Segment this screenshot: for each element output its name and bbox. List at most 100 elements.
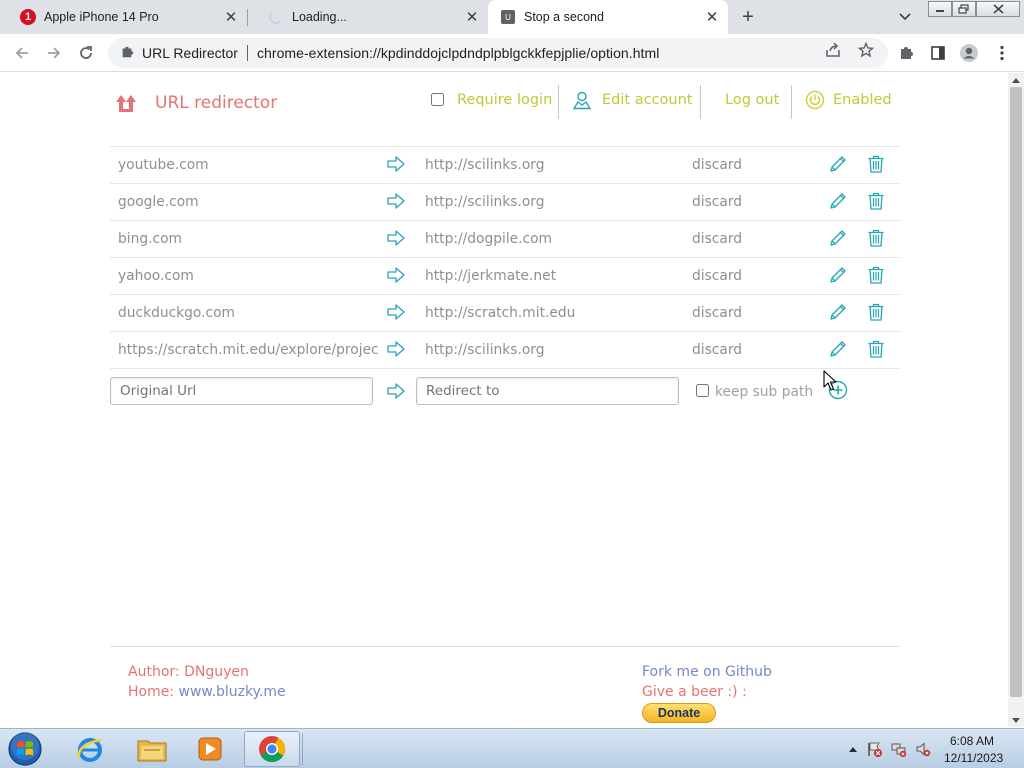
side-panel-icon[interactable] — [927, 42, 949, 64]
taskbar-divider — [302, 733, 303, 765]
file-explorer-icon[interactable] — [124, 731, 180, 767]
address-bar[interactable]: URL Redirector chrome-extension://kpdind… — [108, 38, 888, 68]
author-line: Author: DNguyen — [128, 664, 249, 680]
tab-title: Apple iPhone 14 Pro — [44, 10, 159, 24]
edit-account-link[interactable]: Edit account — [602, 92, 692, 108]
rule-mode: discard — [692, 157, 743, 173]
keep-sub-path-checkbox[interactable] — [696, 384, 709, 397]
rule-original-url: google.com — [118, 194, 199, 210]
internet-explorer-icon[interactable] — [62, 731, 118, 767]
donate-button[interactable]: Donate — [642, 703, 716, 723]
rule-redirect-url: http://scilinks.org — [425, 194, 545, 210]
scrollbar-thumb[interactable] — [1010, 87, 1022, 697]
redirect-to-input[interactable] — [416, 377, 679, 405]
edit-pencil-icon[interactable] — [828, 265, 848, 285]
rule-row: yahoo.com http://jerkmate.net discard — [110, 257, 900, 294]
footer-divider — [110, 646, 900, 647]
redirect-arrow-icon — [386, 266, 406, 284]
edit-pencil-icon[interactable] — [828, 339, 848, 359]
rule-redirect-url: http://dogpile.com — [425, 231, 552, 247]
close-window-button[interactable] — [976, 1, 1020, 17]
back-arrow-icon[interactable] — [8, 39, 36, 67]
tab-strip: 1 Apple iPhone 14 Pro ✕ Loading... ✕ U S… — [0, 0, 1024, 34]
tab-title: Loading... — [292, 10, 347, 24]
bookmark-star-icon[interactable] — [857, 41, 875, 59]
opera-red-icon: 1 — [20, 9, 36, 25]
rule-redirect-url: http://scilinks.org — [425, 342, 545, 358]
home-label: Home: — [128, 684, 179, 700]
delete-trash-icon[interactable] — [866, 191, 886, 211]
rule-redirect-url: http://scilinks.org — [425, 157, 545, 173]
minimize-window-button[interactable] — [928, 1, 952, 17]
rule-redirect-url: http://jerkmate.net — [425, 268, 557, 284]
header-divider — [791, 85, 792, 119]
clock-date[interactable]: 12/11/2023 — [944, 751, 1003, 765]
rule-row: https://scratch.mit.edu/explore/projects… — [110, 331, 900, 368]
edit-pencil-icon[interactable] — [828, 154, 848, 174]
tab-loading[interactable]: Loading... ✕ — [248, 0, 488, 34]
delete-trash-icon[interactable] — [866, 302, 886, 322]
tab-stop-a-second[interactable]: U Stop a second ✕ — [488, 0, 728, 34]
network-icon[interactable] — [890, 740, 908, 758]
redirect-arrow-icon — [386, 229, 406, 247]
windows-start-button[interactable] — [5, 731, 45, 767]
edit-pencil-icon[interactable] — [828, 228, 848, 248]
media-player-icon[interactable] — [182, 731, 238, 767]
page-scrollbar[interactable] — [1008, 73, 1024, 727]
enabled-toggle[interactable]: Enabled — [833, 92, 892, 108]
rule-mode: discard — [692, 194, 743, 210]
volume-muted-icon[interactable] — [914, 740, 932, 758]
delete-trash-icon[interactable] — [866, 265, 886, 285]
rule-original-url: https://scratch.mit.edu/explore/projects… — [118, 342, 378, 358]
delete-trash-icon[interactable] — [866, 228, 886, 248]
forward-arrow-icon[interactable] — [40, 39, 68, 67]
profile-avatar-icon[interactable] — [958, 42, 980, 64]
rule-row: youtube.com http://scilinks.org discard — [110, 146, 900, 183]
close-tab-icon[interactable]: ✕ — [464, 9, 480, 26]
original-url-input[interactable] — [110, 377, 373, 405]
rules-divider — [110, 368, 900, 369]
reload-icon[interactable] — [72, 39, 100, 67]
extensions-puzzle-icon[interactable] — [895, 42, 917, 64]
close-tab-icon[interactable]: ✕ — [223, 9, 239, 26]
rule-original-url: yahoo.com — [118, 268, 194, 284]
require-login-checkbox[interactable] — [431, 93, 444, 106]
show-hidden-icons-arrow-icon[interactable] — [844, 740, 862, 758]
user-account-icon[interactable] — [572, 90, 592, 110]
rule-original-url: duckduckgo.com — [118, 305, 235, 321]
scroll-down-arrow-icon[interactable] — [1008, 713, 1024, 727]
keep-sub-path-label[interactable]: keep sub path — [715, 384, 813, 400]
author-name: DNguyen — [184, 664, 249, 680]
rule-mode: discard — [692, 305, 743, 321]
new-tab-button[interactable]: + — [736, 5, 760, 29]
rule-mode: discard — [692, 342, 743, 358]
edit-pencil-icon[interactable] — [828, 191, 848, 211]
tab-title: Stop a second — [524, 10, 604, 24]
clock-time[interactable]: 6:08 AM — [950, 734, 994, 748]
power-icon[interactable] — [805, 90, 825, 110]
extension-name: URL Redirector — [142, 45, 238, 61]
browser-toolbar: URL Redirector chrome-extension://kpdind… — [0, 34, 1024, 72]
fork-github-link[interactable]: Fork me on Github — [642, 664, 772, 680]
share-icon[interactable] — [824, 41, 842, 59]
loading-spinner-icon — [268, 9, 284, 25]
home-link[interactable]: www.bluzky.me — [179, 684, 286, 700]
chrome-icon[interactable] — [244, 731, 300, 767]
browser-menu-icon[interactable] — [991, 42, 1013, 64]
tab-search-chevron-icon[interactable] — [894, 6, 916, 28]
extension-chip[interactable]: URL Redirector — [108, 45, 238, 62]
delete-trash-icon[interactable] — [866, 339, 886, 359]
close-tab-icon[interactable]: ✕ — [704, 9, 720, 26]
rule-redirect-url: http://scratch.mit.edu — [425, 305, 576, 321]
restore-window-button[interactable] — [952, 1, 976, 17]
rule-original-url: youtube.com — [118, 157, 209, 173]
require-login-label[interactable]: Require login — [457, 92, 552, 108]
tab-apple-iphone[interactable]: 1 Apple iPhone 14 Pro ✕ — [0, 0, 247, 34]
give-beer-text: Give a beer :) : — [642, 684, 747, 700]
edit-pencil-icon[interactable] — [828, 302, 848, 322]
scroll-up-arrow-icon[interactable] — [1008, 73, 1024, 87]
delete-trash-icon[interactable] — [866, 154, 886, 174]
rule-row: duckduckgo.com http://scratch.mit.edu disc… — [110, 294, 900, 331]
action-center-flag-icon[interactable] — [866, 740, 884, 758]
log-out-link[interactable]: Log out — [725, 92, 779, 108]
